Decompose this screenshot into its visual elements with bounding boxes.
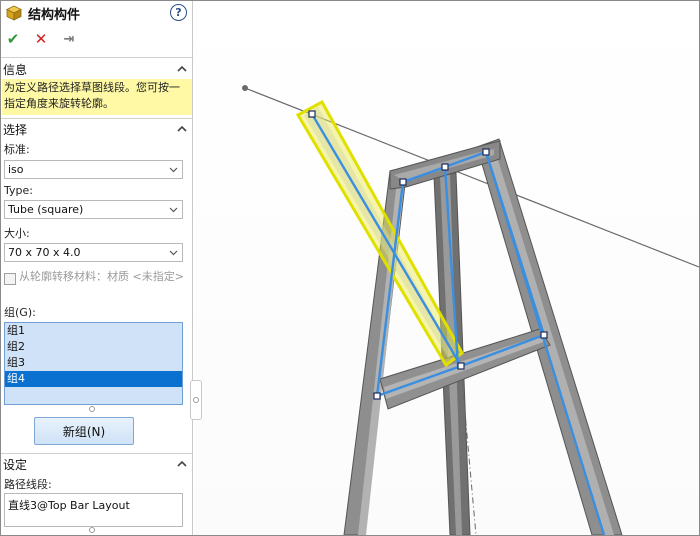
- standard-select[interactable]: iso: [4, 160, 183, 179]
- list-item[interactable]: 组2: [5, 339, 182, 355]
- resize-handle[interactable]: [89, 406, 95, 412]
- model-view: [242, 85, 699, 535]
- selection-section-title: 选择: [3, 122, 28, 137]
- list-item-selected[interactable]: 组4: [5, 371, 182, 387]
- structural-member-cube-icon: [6, 5, 22, 21]
- help-button[interactable]: ?: [170, 4, 187, 21]
- splitter-dot: [193, 397, 199, 403]
- resize-handle[interactable]: [89, 527, 95, 533]
- new-group-button[interactable]: 新组(N): [34, 417, 134, 445]
- info-message: 为定义路径选择草图线段。您可按一指定角度来旋转轮廓。: [2, 79, 192, 115]
- settings-section-header[interactable]: 设定: [3, 456, 189, 472]
- path-segment-label: 路径线段:: [4, 478, 52, 491]
- panel-splitter-handle[interactable]: [190, 380, 202, 420]
- divider: [1, 57, 192, 58]
- groups-label: 组(G):: [4, 306, 36, 319]
- panel-header: 结构构件 ?: [1, 1, 192, 25]
- action-bar: ✔ ✕ ⇥: [5, 29, 77, 49]
- graphics-viewport[interactable]: [194, 1, 699, 535]
- panel-title: 结构构件: [28, 7, 81, 23]
- size-select-value: 70 x 70 x 4.0: [8, 246, 81, 259]
- divider: [1, 118, 192, 119]
- chevron-up-icon[interactable]: [175, 457, 189, 471]
- chevron-down-icon: [169, 250, 178, 256]
- property-manager-panel: 结构构件 ? ✔ ✕ ⇥ 信息 为定义路径选择草图线段。您可按一指定角度来旋转轮…: [1, 1, 193, 535]
- transfer-material-checkbox[interactable]: [4, 273, 16, 285]
- standard-label: 标准:: [4, 143, 30, 156]
- groups-listbox[interactable]: 组1 组2 组3 组4: [4, 322, 183, 405]
- chevron-down-icon: [169, 167, 178, 173]
- pin-button[interactable]: ⇥: [61, 32, 77, 47]
- path-segment-field[interactable]: 直线3@Top Bar Layout: [4, 493, 183, 527]
- cancel-button[interactable]: ✕: [33, 30, 49, 48]
- info-section-title: 信息: [3, 62, 28, 77]
- type-select-value: Tube (square): [8, 203, 84, 216]
- ok-button[interactable]: ✔: [5, 30, 21, 48]
- size-select[interactable]: 70 x 70 x 4.0: [4, 243, 183, 262]
- info-section-header[interactable]: 信息: [3, 61, 189, 77]
- settings-section-title: 设定: [3, 457, 28, 472]
- divider: [1, 453, 192, 454]
- size-label: 大小:: [4, 227, 30, 240]
- type-label: Type:: [4, 184, 33, 197]
- transfer-material-label: 从轮廓转移材料：材质 <未指定>: [19, 270, 184, 283]
- standard-select-value: iso: [8, 163, 24, 176]
- chevron-up-icon[interactable]: [175, 122, 189, 136]
- chevron-down-icon: [169, 207, 178, 213]
- chevron-up-icon[interactable]: [175, 62, 189, 76]
- list-item[interactable]: 组1: [5, 323, 182, 339]
- list-item[interactable]: 组3: [5, 355, 182, 371]
- type-select[interactable]: Tube (square): [4, 200, 183, 219]
- axis-endpoint: [242, 85, 248, 91]
- selection-section-header[interactable]: 选择: [3, 121, 189, 137]
